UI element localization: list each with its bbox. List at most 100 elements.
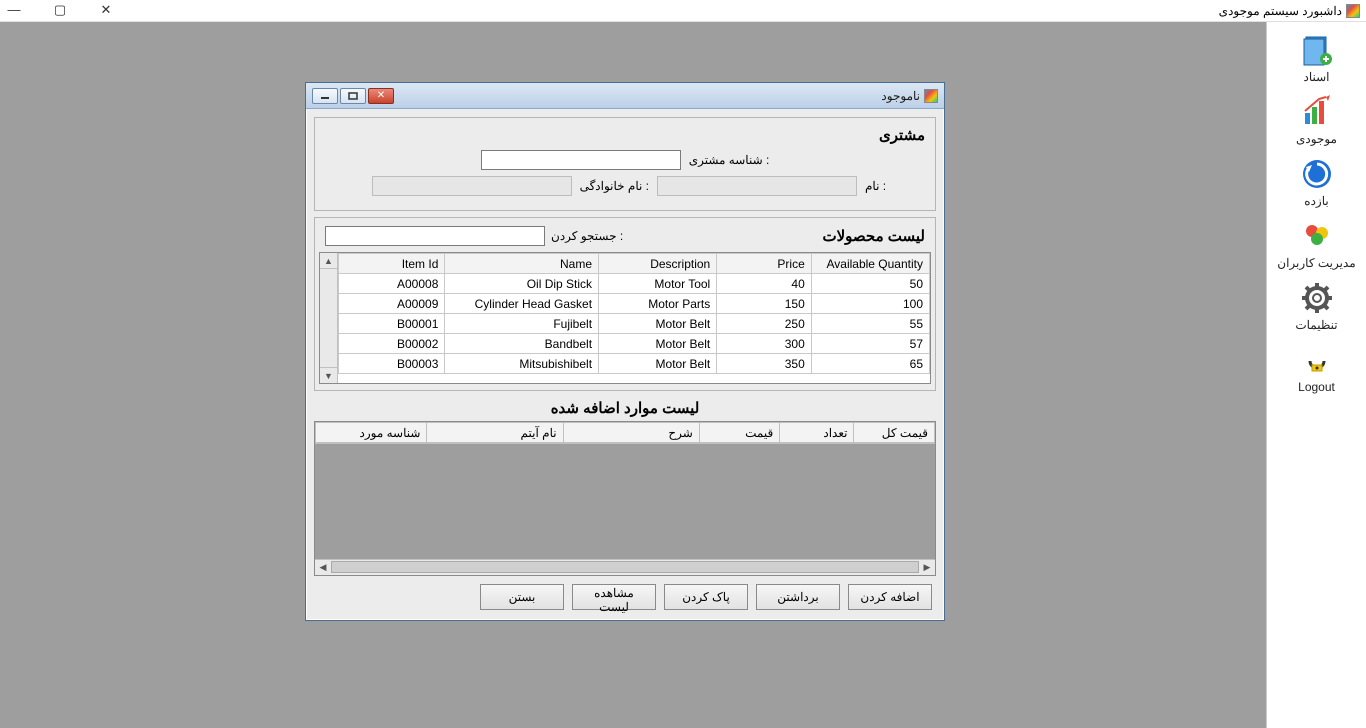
sidebar-item-label: اسناد [1303,70,1329,84]
child-window-title: ناموجود [881,89,920,103]
sidebar-item-label: بازده [1304,194,1328,208]
added-col-desc[interactable]: شرح [563,423,699,443]
table-row[interactable]: B00003MitsubishibeltMotor Belt35065 [339,354,930,374]
added-col-count[interactable]: تعداد [780,423,854,443]
scroll-down-icon[interactable]: ▼ [320,367,337,383]
added-col-name[interactable]: نام آیتم [427,423,563,443]
added-list-grid[interactable]: شناسه مورد نام آیتم شرح قیمت تعداد قیمت … [314,421,936,576]
added-col-total[interactable]: قیمت کل [854,423,935,443]
table-cell: Motor Belt [599,334,717,354]
col-item-id[interactable]: Item Id [339,254,445,274]
sidebar-item-inventory[interactable]: موجودی [1267,92,1366,148]
added-col-id[interactable]: شناسه مورد [316,423,427,443]
table-cell: B00003 [339,354,445,374]
col-desc[interactable]: Description [599,254,717,274]
sidebar-item-settings[interactable]: تنظیمات [1267,278,1366,334]
scroll-left-icon[interactable]: ◀ [315,560,331,576]
scroll-right-icon[interactable]: ▶ [919,560,935,576]
sidebar-item-label: مدیریت کاربران [1277,256,1355,270]
close-button[interactable]: ✕ [98,2,114,18]
products-grid[interactable]: ▲ ▼ Item Id Name Description Price Avail… [319,252,931,384]
customer-lastname-input [372,176,572,196]
refresh-icon [1299,156,1335,192]
added-col-price[interactable]: قیمت [699,423,779,443]
sidebar-item-logout[interactable]: Logout [1267,340,1366,396]
child-maximize-button[interactable] [340,88,366,104]
table-cell: 350 [717,354,812,374]
table-row[interactable]: B00002BandbeltMotor Belt30057 [339,334,930,354]
child-window-titlebar[interactable]: ناموجود ✕ [306,83,944,109]
documents-icon [1299,32,1335,68]
added-hscrollbar[interactable]: ◀ ▶ [315,559,935,575]
customer-id-label: شناسه مشتری : [689,153,770,167]
col-qty[interactable]: Available Quantity [811,254,929,274]
main-window-controls: — ▢ ✕ [6,2,114,18]
table-cell: 55 [811,314,929,334]
sidebar: اسناد موجودی بازده مدیریت کاربران تنظیما… [1266,22,1366,728]
add-button[interactable]: اضافه کردن [848,584,932,610]
customer-panel: مشتری شناسه مشتری : نام : نام خانوادگی : [314,117,936,211]
child-close-button[interactable]: ✕ [368,88,394,104]
remove-button[interactable]: برداشتن [756,584,840,610]
table-cell: A00008 [339,274,445,294]
table-cell: A00009 [339,294,445,314]
customer-id-input[interactable] [481,150,681,170]
main-window-title: داشبورد سیستم موجودی [1219,4,1342,18]
table-cell: Fujibelt [445,314,599,334]
maximize-button[interactable]: ▢ [52,2,68,18]
table-cell: B00001 [339,314,445,334]
table-cell: B00002 [339,334,445,354]
sidebar-item-label: موجودی [1296,132,1337,146]
view-list-button[interactable]: مشاهده لیست [572,584,656,610]
col-name[interactable]: Name [445,254,599,274]
table-cell: 300 [717,334,812,354]
customer-name-input [657,176,857,196]
sidebar-item-label: Logout [1298,380,1335,394]
added-list-title: لیست موارد اضافه شده [314,399,936,417]
customer-name-label: نام : [865,179,925,193]
hscroll-thumb[interactable] [331,561,919,573]
minimize-button[interactable]: — [6,2,22,18]
table-cell: 100 [811,294,929,314]
app-icon [1346,4,1360,18]
table-cell: 150 [717,294,812,314]
table-cell: 40 [717,274,812,294]
table-cell: Motor Parts [599,294,717,314]
logout-icon [1299,342,1335,378]
customer-lastname-label: نام خانوادگی : [580,179,649,193]
action-button-row: اضافه کردن برداشتن پاک کردن مشاهده لیست … [314,576,936,612]
search-input[interactable] [325,226,545,246]
sidebar-item-documents[interactable]: اسناد [1267,30,1366,86]
sidebar-item-users[interactable]: مدیریت کاربران [1267,216,1366,272]
clear-button[interactable]: پاک کردن [664,584,748,610]
col-price[interactable]: Price [717,254,812,274]
table-cell: Motor Belt [599,314,717,334]
table-cell: 50 [811,274,929,294]
users-icon [1299,218,1335,254]
products-scrollbar[interactable]: ▲ ▼ [320,253,338,383]
table-cell: Motor Belt [599,354,717,374]
products-title: لیست محصولات [822,227,925,245]
gear-icon [1299,280,1335,316]
table-cell: Mitsubishibelt [445,354,599,374]
mdi-client-area: ناموجود ✕ مشتری شناسه مشتری : نام : [0,22,1266,728]
table-row[interactable]: A00008Oil Dip StickMotor Tool4050 [339,274,930,294]
table-cell: 57 [811,334,929,354]
form-icon [924,89,938,103]
main-window-titlebar: داشبورد سیستم موجودی [0,0,1366,22]
table-row[interactable]: A00009Cylinder Head GasketMotor Parts150… [339,294,930,314]
child-window: ناموجود ✕ مشتری شناسه مشتری : نام : [305,82,945,621]
close-form-button[interactable]: بستن [480,584,564,610]
products-panel: لیست محصولات جستجو کردن : ▲ ▼ [314,217,936,391]
scroll-up-icon[interactable]: ▲ [320,253,337,269]
table-cell: Oil Dip Stick [445,274,599,294]
table-cell: 250 [717,314,812,334]
table-cell: Cylinder Head Gasket [445,294,599,314]
sidebar-item-returns[interactable]: بازده [1267,154,1366,210]
table-row[interactable]: B00001FujibeltMotor Belt25055 [339,314,930,334]
child-minimize-button[interactable] [312,88,338,104]
table-cell: 65 [811,354,929,374]
customer-panel-title: مشتری [325,126,925,144]
table-cell: Bandbelt [445,334,599,354]
sidebar-item-label: تنظیمات [1295,318,1337,332]
